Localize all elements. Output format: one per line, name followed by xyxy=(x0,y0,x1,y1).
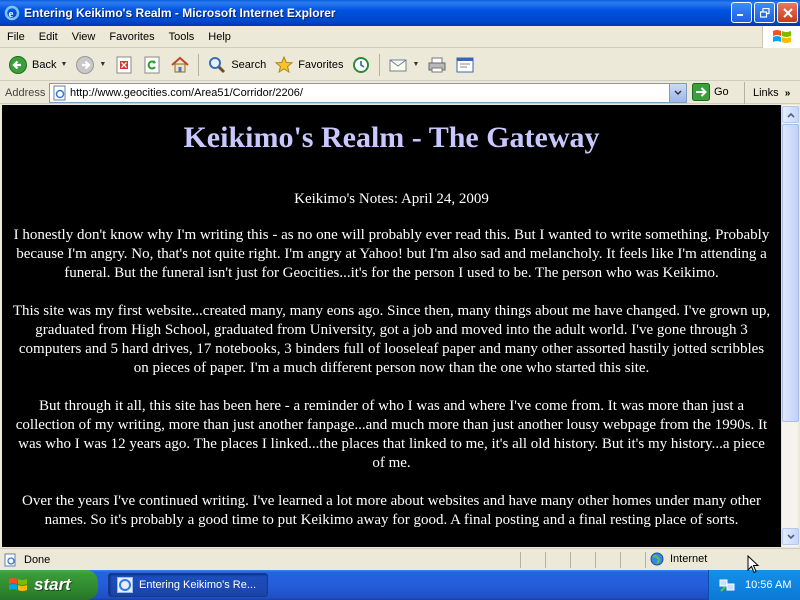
go-button[interactable]: Go xyxy=(692,83,729,101)
page-content: Keikimo's Realm - The Gateway Keikimo's … xyxy=(2,105,781,547)
edit-page-button[interactable] xyxy=(451,52,479,78)
links-toolbar[interactable]: Links » xyxy=(744,82,790,104)
menu-view[interactable]: View xyxy=(65,31,103,43)
restore-button[interactable] xyxy=(754,2,775,23)
windows-flag-icon xyxy=(9,578,27,591)
search-icon xyxy=(209,56,226,73)
scroll-up-button[interactable] xyxy=(782,106,799,123)
page-heading: Keikimo's Realm - The Gateway xyxy=(183,121,600,154)
taskbar-window-button[interactable]: Entering Keikimo's Re... xyxy=(108,573,268,597)
back-dropdown-icon[interactable]: ▼ xyxy=(60,61,67,68)
stop-icon xyxy=(116,56,132,73)
chevron-down-icon xyxy=(674,90,682,96)
print-button[interactable] xyxy=(423,52,451,78)
search-button[interactable]: Search xyxy=(203,52,270,78)
history-button[interactable] xyxy=(347,52,375,78)
favorites-label: Favorites xyxy=(298,58,344,71)
search-label: Search xyxy=(231,58,267,71)
go-arrow-icon xyxy=(692,83,710,101)
address-input[interactable]: http://www.geocities.com/Area51/Corridor… xyxy=(49,83,687,103)
history-icon xyxy=(353,56,370,73)
paragraph: I honestly don't know why I'm writing th… xyxy=(13,227,770,281)
refresh-button[interactable] xyxy=(138,52,166,78)
minimize-button[interactable] xyxy=(731,2,752,23)
status-divider xyxy=(595,552,596,568)
standard-toolbar: Back ▼ ▼ Search Favorites ▼ xyxy=(0,49,800,81)
windows-flag-icon xyxy=(772,30,791,43)
close-button[interactable] xyxy=(777,2,798,23)
forward-arrow-icon xyxy=(76,55,95,74)
address-bar: Address http://www.geocities.com/Area51/… xyxy=(0,82,800,104)
favorites-button[interactable]: Favorites xyxy=(270,52,347,78)
stop-button[interactable] xyxy=(110,52,138,78)
notes-date: Keikimo's Notes: April 24, 2009 xyxy=(294,191,489,207)
vertical-scrollbar[interactable] xyxy=(781,105,799,547)
chevron-down-icon xyxy=(786,533,795,539)
status-bar: Done Internet xyxy=(0,548,800,570)
links-label: Links xyxy=(753,87,779,99)
paragraph: This site was my first website...created… xyxy=(12,303,771,376)
globe-icon xyxy=(650,552,664,566)
forward-dropdown-icon[interactable]: ▼ xyxy=(99,61,106,68)
zone-label: Internet xyxy=(670,553,708,565)
title-bar[interactable]: e Entering Keikimo's Realm - Microsoft I… xyxy=(0,0,800,26)
svg-text:e: e xyxy=(9,8,14,20)
network-icon[interactable] xyxy=(719,577,735,593)
star-icon xyxy=(274,55,294,73)
address-url: http://www.geocities.com/Area51/Corridor… xyxy=(70,87,303,99)
address-dropdown-button[interactable] xyxy=(669,84,686,102)
status-divider xyxy=(620,552,621,568)
restore-icon xyxy=(759,7,770,18)
toolbar-separator xyxy=(198,53,200,76)
minimize-icon xyxy=(737,14,743,16)
printer-icon xyxy=(428,57,446,72)
status-divider xyxy=(545,552,546,568)
back-label: Back xyxy=(32,58,57,71)
status-divider xyxy=(520,552,521,568)
menu-tools[interactable]: Tools xyxy=(162,31,202,43)
ie-icon xyxy=(117,577,133,593)
mail-dropdown-icon[interactable]: ▼ xyxy=(412,61,419,68)
taskbar-window-label: Entering Keikimo's Re... xyxy=(139,579,257,591)
paragraph: Over the years I've continued writing. I… xyxy=(22,493,761,528)
security-zone[interactable]: Internet xyxy=(650,552,707,566)
paragraph: But through it all, this site has been h… xyxy=(15,398,768,471)
scroll-down-button[interactable] xyxy=(782,528,799,545)
start-button[interactable]: start xyxy=(0,570,98,600)
clock[interactable]: 10:56 AM xyxy=(745,579,791,591)
menu-edit[interactable]: Edit xyxy=(32,31,65,43)
scroll-thumb[interactable] xyxy=(782,124,799,422)
menu-help[interactable]: Help xyxy=(201,31,238,43)
close-icon xyxy=(782,7,793,18)
mouse-cursor-icon xyxy=(747,555,760,574)
status-done: Done xyxy=(4,553,50,567)
home-icon xyxy=(171,56,190,72)
menu-bar: File Edit View Favorites Tools Help xyxy=(0,26,800,48)
go-label: Go xyxy=(714,86,729,98)
forward-button[interactable]: ▼ xyxy=(71,52,110,78)
status-text: Done xyxy=(24,553,51,566)
status-divider xyxy=(570,552,571,568)
home-button[interactable] xyxy=(166,52,194,78)
chevron-up-icon xyxy=(786,112,795,118)
taskbar: start Entering Keikimo's Re... 10:56 AM xyxy=(0,570,800,600)
chevron-right-icon[interactable]: » xyxy=(785,88,791,99)
ie-icon: e xyxy=(4,5,20,21)
windows-logo xyxy=(762,26,800,48)
menu-file[interactable]: File xyxy=(0,31,32,43)
mail-button[interactable]: ▼ xyxy=(384,52,423,78)
address-label: Address xyxy=(5,86,46,99)
menu-favorites[interactable]: Favorites xyxy=(102,31,161,43)
mail-icon xyxy=(389,59,407,71)
page-icon xyxy=(53,85,66,101)
refresh-icon xyxy=(144,56,160,73)
window-title: Entering Keikimo's Realm - Microsoft Int… xyxy=(24,6,336,20)
status-divider xyxy=(645,552,646,568)
page-done-icon xyxy=(4,553,16,566)
start-label: start xyxy=(34,575,71,594)
edit-document-icon xyxy=(456,57,474,72)
back-arrow-icon xyxy=(9,55,27,74)
toolbar-separator xyxy=(379,53,381,76)
back-button[interactable]: Back ▼ xyxy=(4,52,71,78)
